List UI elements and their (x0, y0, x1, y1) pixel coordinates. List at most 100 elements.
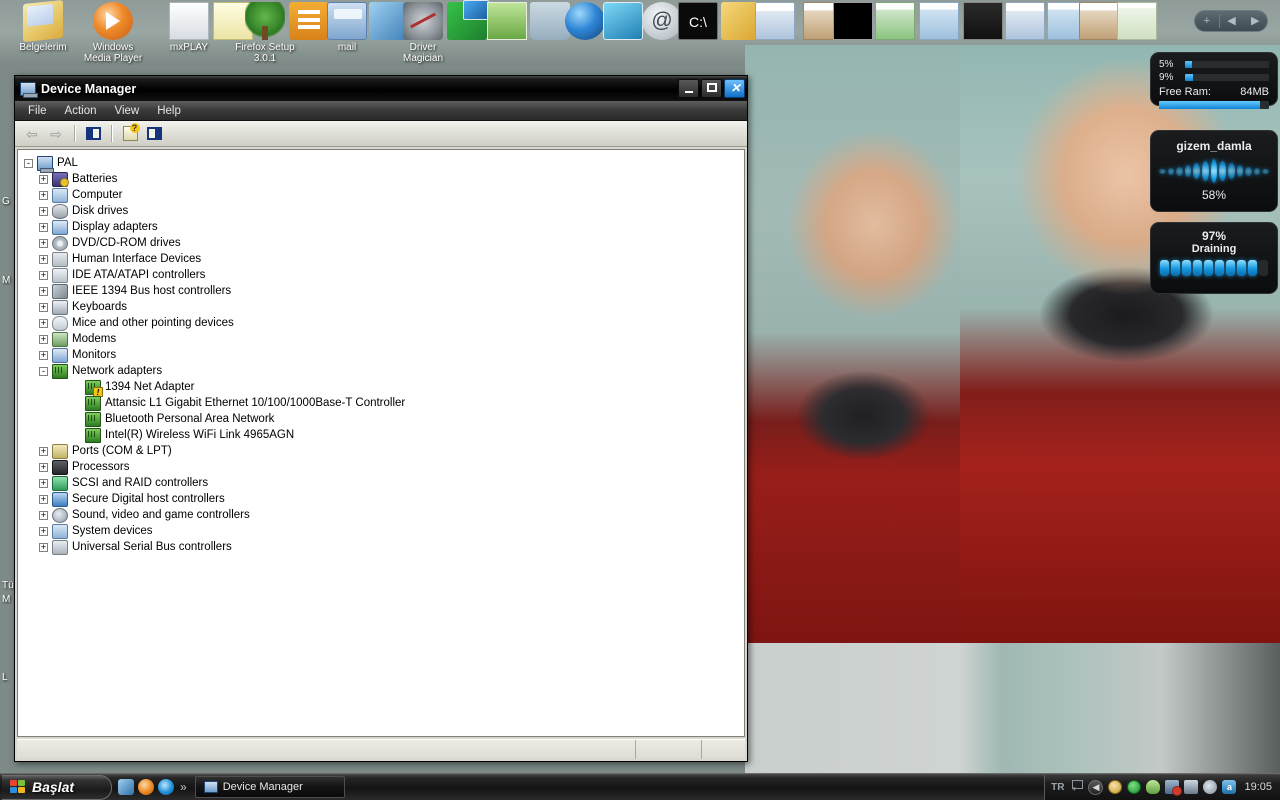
tree-node-dvd-cd-rom-drives[interactable]: + DVD/CD-ROM drives (24, 235, 744, 251)
scan-hardware-button[interactable] (143, 123, 165, 144)
window-title-bar[interactable]: Device Manager ✕ (15, 76, 747, 101)
expand-toggle-icon[interactable]: + (39, 494, 48, 504)
expand-toggle-icon[interactable]: + (39, 462, 48, 472)
collapse-toggle-icon[interactable]: - (24, 158, 33, 168)
status-pane-1 (17, 740, 635, 759)
tree-node-pal[interactable]: - PAL (24, 155, 744, 173)
taskbar[interactable]: Başlat » Device Manager TR ◀ 19:05 (0, 773, 1280, 800)
sidebar-prev-button[interactable]: ◀ (1220, 11, 1244, 31)
clock-icon[interactable] (1108, 780, 1123, 794)
tree-node-modems[interactable]: + Modems (24, 331, 744, 347)
expand-toggle-icon[interactable]: + (39, 446, 48, 456)
taskbar-task-button[interactable]: Device Manager (194, 776, 345, 798)
wireless-icon[interactable] (1184, 780, 1199, 794)
system-tray[interactable]: TR ◀ 19:05 (1044, 774, 1280, 800)
keyboard-layout-icon[interactable] (1071, 780, 1084, 794)
menu-item-file[interactable]: File (19, 103, 56, 119)
network-error-icon[interactable] (1165, 780, 1183, 796)
at-icon[interactable] (1127, 780, 1142, 794)
battery-gadget[interactable]: 97% Draining (1150, 222, 1278, 294)
expand-toggle-icon[interactable]: + (39, 350, 48, 360)
tree-node-mice-and-other-pointing-devices[interactable]: + Mice and other pointing devices (24, 315, 744, 331)
expand-toggle-icon[interactable]: + (39, 510, 48, 520)
tree-node-human-interface-devices[interactable]: + Human Interface Devices (24, 251, 744, 267)
audio-volume-percent: 58% (1201, 188, 1227, 202)
resource-monitor-gadget[interactable]: 5% 9% Free Ram: 84MB (1150, 52, 1278, 109)
collapse-toggle-icon[interactable]: - (39, 366, 48, 376)
expand-toggle-icon[interactable]: + (39, 270, 48, 280)
menu-bar[interactable]: File Action View Help (15, 101, 747, 121)
maximize-button[interactable] (701, 79, 722, 98)
tree-node-keyboards[interactable]: + Keyboards (24, 299, 744, 315)
toolbar[interactable]: ⇦ ⇨ (15, 121, 747, 147)
tree-node-ports-com-lpt[interactable]: + Ports (COM & LPT) (24, 443, 744, 459)
avast-icon[interactable] (1222, 780, 1237, 794)
properties-button[interactable] (119, 123, 141, 144)
tree-node-computer[interactable]: + Computer (24, 187, 744, 203)
tree-node-disk-drives[interactable]: + Disk drives (24, 203, 744, 219)
tree-node-monitors[interactable]: + Monitors (24, 347, 744, 363)
tree-node-ide-ata-atapi-controllers[interactable]: + IDE ATA/ATAPI controllers (24, 267, 744, 283)
menu-item-action[interactable]: Action (56, 103, 106, 119)
sidebar-next-button[interactable]: ▶ (1243, 11, 1267, 31)
tree-node-processors[interactable]: + Processors (24, 459, 744, 475)
language-indicator[interactable]: TR (1051, 782, 1066, 793)
quick-launch-bar[interactable] (114, 775, 178, 800)
desktop-icon-label: Firefox Setup (235, 42, 295, 53)
audio-track-title: gizem_damla (1176, 139, 1252, 153)
tree-node-system-devices[interactable]: + System devices (24, 523, 744, 539)
expand-toggle-icon[interactable]: + (39, 318, 48, 328)
audio-player-gadget[interactable]: gizem_damla 58% (1150, 130, 1278, 212)
forward-button[interactable]: ⇨ (45, 123, 67, 144)
taskbar-clock[interactable]: 19:05 (1241, 781, 1272, 793)
device-tree[interactable]: - PAL + Batteries + Computer + Disk drives + Disp… (18, 150, 744, 555)
tree-node-label: Attansic L1 Gigabit Ethernet 10/100/1000… (105, 396, 406, 409)
tree-node-network-adapters[interactable]: - Network adapters (24, 363, 744, 379)
expand-toggle-icon[interactable]: + (39, 542, 48, 552)
tree-node-display-adapters[interactable]: + Display adapters (24, 219, 744, 235)
desktop-icon-belgelerim[interactable]: Belgelerim (6, 0, 80, 53)
expand-toggle-icon[interactable]: + (39, 206, 48, 216)
expand-toggle-icon[interactable]: + (39, 526, 48, 536)
expand-toggle-icon[interactable]: + (39, 238, 48, 248)
tree-node-attansic-l1-gigabit-ethernet-10-100-1000base-t-controller[interactable]: Attansic L1 Gigabit Ethernet 10/100/1000… (24, 395, 744, 411)
expand-toggle-icon[interactable]: + (39, 174, 48, 184)
tree-node-intel-r-wireless-wifi-link-4965agn[interactable]: Intel(R) Wireless WiFi Link 4965AGN (24, 427, 744, 443)
expand-toggle-icon[interactable]: + (39, 302, 48, 312)
tree-node-1394-net-adapter[interactable]: ! 1394 Net Adapter (24, 379, 744, 397)
windows-media-player-icon[interactable] (138, 779, 154, 795)
user-icon[interactable] (1146, 780, 1161, 794)
device-manager-window[interactable]: Device Manager ✕ File Action View Help ⇦ ⇨ … (14, 75, 748, 762)
sidebar-add-gadget-button[interactable]: + (1195, 11, 1219, 31)
start-button[interactable]: Başlat (2, 774, 112, 800)
menu-item-view[interactable]: View (106, 103, 149, 119)
device-tree-panel[interactable]: - PAL + Batteries + Computer + Disk drives + Disp… (17, 149, 745, 737)
desktop-icon-windows[interactable]: Windows Media Player (76, 2, 150, 64)
back-button[interactable]: ⇦ (21, 123, 43, 144)
tree-node-secure-digital-host-controllers[interactable]: + Secure Digital host controllers (24, 491, 744, 507)
internet-explorer-icon[interactable] (158, 779, 174, 795)
close-button[interactable]: ✕ (724, 79, 745, 98)
menu-item-help[interactable]: Help (148, 103, 190, 119)
tree-node-bluetooth-personal-area-network[interactable]: Bluetooth Personal Area Network (24, 411, 744, 427)
minimize-button[interactable] (678, 79, 699, 98)
quick-launch-overflow-button[interactable]: » (178, 780, 189, 794)
expand-toggle-icon[interactable]: + (39, 334, 48, 344)
expand-toggle-icon[interactable]: + (39, 478, 48, 488)
expand-toggle-icon[interactable]: + (39, 222, 48, 232)
tree-node-universal-serial-bus-controllers[interactable]: + Universal Serial Bus controllers (24, 539, 744, 555)
task-list[interactable]: Device Manager (189, 776, 1044, 798)
expand-toggle-icon[interactable]: + (39, 254, 48, 264)
tree-node-scsi-and-raid-controllers[interactable]: + SCSI and RAID controllers (24, 475, 744, 491)
tray-expand-chevron-icon[interactable]: ◀ (1088, 779, 1104, 795)
tree-node-ieee-1394-bus-host-controllers[interactable]: + IEEE 1394 Bus host controllers (24, 283, 744, 299)
tree-node-batteries[interactable]: + Batteries (24, 171, 744, 187)
show-desktop-icon[interactable] (118, 779, 134, 795)
expand-toggle-icon[interactable]: + (39, 190, 48, 200)
tree-node-sound-video-and-game-controllers[interactable]: + Sound, video and game controllers (24, 507, 744, 523)
expand-toggle-icon[interactable]: + (39, 286, 48, 296)
sidebar-nav-controls[interactable]: + ◀ ▶ (1194, 10, 1268, 32)
show-hide-tree-button[interactable] (82, 123, 104, 144)
volume-icon[interactable] (1203, 780, 1218, 794)
battery-cell (1171, 260, 1180, 276)
